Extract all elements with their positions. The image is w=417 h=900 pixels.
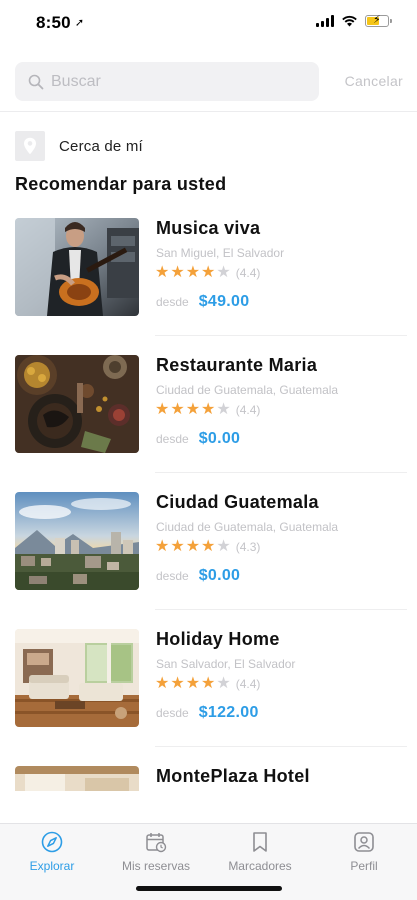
rating: ★ ★ ★ ★ ★ (4.4) [155, 402, 260, 418]
rating-value: (4.4) [235, 403, 261, 417]
living-room-photo [15, 629, 139, 727]
tab-label: Explorar [29, 859, 75, 873]
clock-text: 8:50 [36, 13, 71, 32]
tab-perfil[interactable]: Perfil [312, 830, 416, 880]
item-location: San Salvador, El Salvador [156, 657, 296, 671]
near-me-row[interactable]: Cerca de mí [15, 131, 143, 161]
cancel-button[interactable]: Cancelar [345, 73, 403, 89]
price-row: desde $49.00 [156, 293, 249, 311]
star-empty-icon: ★ [216, 675, 231, 692]
star-filled-icon: ★ [170, 264, 185, 281]
hotel-room-photo [15, 766, 139, 791]
status-indicators: ⚡ [316, 14, 392, 27]
list-item[interactable]: Musica viva San Miguel, El Salvador ★ ★ … [0, 218, 417, 355]
list-item[interactable]: Restaurante Maria Ciudad de Guatemala, G… [0, 355, 417, 492]
rating-value: (4.3) [235, 540, 261, 554]
item-location: Ciudad de Guatemala, Guatemala [156, 520, 339, 534]
price-prefix: desde [156, 569, 189, 583]
item-title: Restaurante Maria [156, 355, 318, 375]
item-divider [155, 609, 407, 610]
item-location: San Miguel, El Salvador [156, 246, 285, 260]
price-prefix: desde [156, 432, 189, 446]
star-filled-icon: ★ [201, 401, 216, 418]
item-divider [155, 335, 407, 336]
location-pin-icon [15, 131, 45, 161]
star-filled-icon: ★ [155, 264, 170, 281]
status-bar: 8:50 ➚ ⚡ [0, 0, 417, 46]
star-filled-icon: ★ [170, 675, 185, 692]
list-item[interactable]: Ciudad Guatemala Ciudad de Guatemala, Gu… [0, 492, 417, 629]
food-table-photo [15, 355, 139, 453]
guitarist-photo [15, 218, 139, 316]
star-filled-icon: ★ [185, 538, 201, 555]
section-title: Recomendar para usted [15, 174, 227, 194]
star-filled-icon: ★ [185, 264, 201, 281]
rating: ★ ★ ★ ★ ★ (4.4) [155, 676, 260, 692]
price-value: $0.00 [198, 567, 241, 584]
star-filled-icon: ★ [201, 538, 216, 555]
price-row: desde $0.00 [156, 430, 240, 448]
item-title: Ciudad Guatemala [156, 492, 319, 512]
star-filled-icon: ★ [185, 675, 201, 692]
price-row: desde $0.00 [156, 567, 240, 585]
star-empty-icon: ★ [216, 401, 231, 418]
item-title: Musica viva [156, 218, 261, 238]
price-value: $122.00 [198, 704, 259, 721]
compass-icon [40, 830, 64, 854]
tab-mis-reservas[interactable]: Mis reservas [104, 830, 208, 880]
home-indicator [136, 886, 282, 891]
item-location: Ciudad de Guatemala, Guatemala [156, 383, 339, 397]
star-empty-icon: ★ [216, 264, 231, 281]
bookmark-icon [248, 830, 272, 854]
profile-icon [352, 830, 376, 854]
star-filled-icon: ★ [155, 538, 170, 555]
recommendation-list: Musica viva San Miguel, El Salvador ★ ★ … [0, 218, 417, 791]
search-field-container[interactable] [15, 62, 319, 101]
tab-label: Marcadores [228, 859, 292, 873]
cellular-signal-icon [316, 15, 334, 27]
price-prefix: desde [156, 295, 189, 309]
rating: ★ ★ ★ ★ ★ (4.4) [155, 265, 260, 281]
price-row: desde $122.00 [156, 704, 259, 722]
star-filled-icon: ★ [201, 675, 216, 692]
status-time: 8:50 ➚ [36, 13, 84, 33]
header-divider [0, 111, 417, 112]
rating-value: (4.4) [235, 677, 261, 691]
rating-value: (4.4) [235, 266, 261, 280]
list-item[interactable]: MontePlaza Hotel [0, 766, 417, 791]
star-empty-icon: ★ [216, 538, 231, 555]
location-arrow-icon: ➚ [74, 17, 85, 29]
list-item[interactable]: Holiday Home San Salvador, El Salvador ★… [0, 629, 417, 766]
item-title: Holiday Home [156, 629, 280, 649]
city-skyline-photo [15, 492, 139, 590]
star-filled-icon: ★ [185, 401, 201, 418]
price-value: $0.00 [198, 430, 241, 447]
tab-label: Perfil [350, 859, 378, 873]
item-divider [155, 472, 407, 473]
tab-bar: Explorar Mis reservas Marcadores Perfil [0, 823, 417, 900]
search-input[interactable] [51, 62, 311, 101]
calendar-icon [144, 830, 168, 854]
tab-marcadores[interactable]: Marcadores [208, 830, 312, 880]
item-divider [155, 746, 407, 747]
star-filled-icon: ★ [155, 401, 170, 418]
near-me-label: Cerca de mí [59, 137, 143, 155]
star-filled-icon: ★ [170, 401, 185, 418]
star-filled-icon: ★ [155, 675, 170, 692]
star-filled-icon: ★ [170, 538, 185, 555]
price-value: $49.00 [198, 293, 250, 310]
wifi-icon [342, 15, 357, 27]
star-filled-icon: ★ [201, 264, 216, 281]
search-bar: Cancelar [0, 62, 417, 102]
search-icon [28, 74, 44, 90]
battery-icon: ⚡ [365, 14, 392, 27]
rating: ★ ★ ★ ★ ★ (4.3) [155, 539, 260, 555]
price-prefix: desde [156, 706, 189, 720]
tab-label: Mis reservas [121, 859, 190, 873]
tab-explorar[interactable]: Explorar [0, 830, 104, 880]
item-title: MontePlaza Hotel [156, 766, 310, 786]
